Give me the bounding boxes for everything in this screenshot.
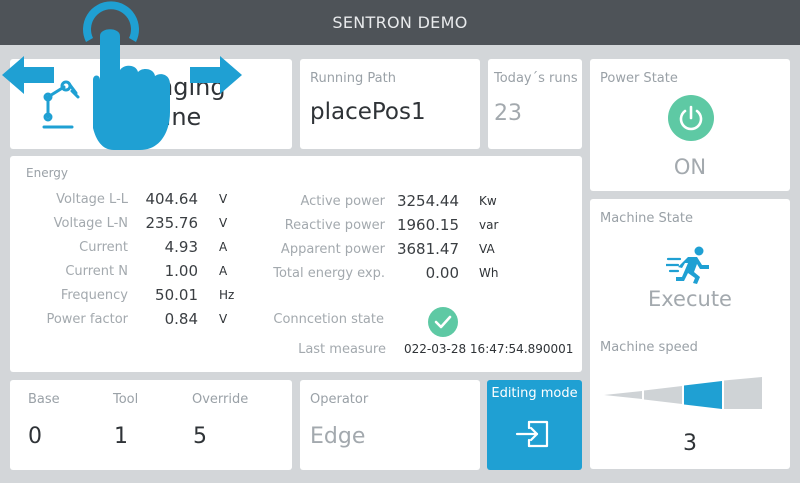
operator-value: Edge [310,424,366,449]
energy-row-value: 1960.15 [396,216,459,234]
energy-row-label: Frequency [60,288,128,303]
connection-label: Conncetion state [273,312,384,327]
connection-row: Conncetion state [270,312,570,332]
power-icon [679,105,703,131]
energy-row-value: 235.76 [145,214,199,232]
operator-label: Operator [310,392,369,407]
tool-label: Tool [113,392,139,407]
energy-row: Voltage L-N 235.76 V [10,214,270,236]
machine-state-card: Machine State Execute Machine speed 3 [590,199,790,469]
editing-mode-button[interactable]: Editing mode [487,380,582,470]
energy-row-unit: A [219,264,228,278]
last-measure-row: Last measure 022-03-28 16:47:54.890001 [270,342,580,362]
energy-row-label: Voltage L-L [56,192,128,207]
machine-speed-bar [604,377,762,409]
base-label: Base [28,392,60,407]
energy-row: Total energy exp. 0.00 Wh [270,264,570,286]
running-path-value: placePos1 [310,99,426,125]
login-icon [515,420,549,448]
energy-row-unit: V [219,312,228,326]
power-button[interactable] [668,95,714,141]
energy-card: Energy Voltage L-L 404.64 V Voltage L-N … [10,156,582,372]
energy-row-value: 3254.44 [396,192,459,210]
energy-row-unit: Kw [479,194,497,208]
power-state-value: ON [673,155,707,179]
energy-row-value: 1.00 [164,262,198,280]
check-circle-icon [428,307,458,337]
energy-row-value: 50.01 [155,286,198,304]
energy-row: Active power 3254.44 Kw [270,192,570,214]
energy-row-label: Reactive power [284,218,385,233]
energy-row: Frequency 50.01 Hz [10,286,270,308]
energy-row: Current 4.93 A [10,238,270,260]
running-path-card: Running Path placePos1 [300,59,480,149]
energy-row-unit: Hz [219,288,235,302]
machine-speed-value: 3 [683,431,697,456]
hand-pointer-icon [2,1,242,150]
today-runs-value: 23 [494,101,522,126]
machine-state-value: Execute [648,287,732,311]
energy-row-label: Total energy exp. [273,266,385,281]
energy-row-value: 0.00 [425,264,459,282]
energy-row-unit: VA [479,242,495,256]
tool-value: 1 [114,424,128,449]
tool-card: Base 0 Tool 1 Override 5 [10,380,292,470]
today-runs-label: Today´s runs [494,71,578,86]
override-label: Override [192,392,249,407]
editing-mode-label: Editing mode [491,386,578,401]
energy-row-unit: A [219,240,228,254]
energy-row-label: Current N [65,264,128,279]
energy-row: Voltage L-L 404.64 V [10,190,270,212]
energy-row-label: Power factor [46,312,128,327]
running-path-label: Running Path [310,71,396,86]
energy-row-label: Active power [300,194,385,209]
energy-row-value: 0.84 [164,310,198,328]
speed-segment-4 [724,377,762,409]
runner-icon [666,246,709,284]
machine-state-label: Machine State [600,211,693,226]
energy-row-label: Voltage L-N [53,216,128,231]
machine-speed-label: Machine speed [600,340,698,355]
override-value: 5 [193,424,207,449]
speed-segment-2 [644,386,682,404]
energy-row-value: 4.93 [164,238,198,256]
last-measure-label: Last measure [298,342,386,357]
energy-row: Apparent power 3681.47 VA [270,240,570,262]
today-runs-card: Today´s runs 23 [488,59,582,149]
operator-card: Operator Edge [300,380,480,470]
energy-row-value: 404.64 [145,190,199,208]
energy-label: Energy [26,166,69,180]
power-state-card: Power State ON [590,59,790,191]
energy-row-label: Apparent power [280,242,385,257]
last-measure-value: 022-03-28 16:47:54.890001 [404,342,574,356]
energy-row-unit: var [479,218,499,232]
base-value: 0 [28,424,42,449]
app-title: SENTRON DEMO [332,13,468,32]
speed-segment-3 [684,381,722,409]
energy-row: Power factor 0.84 V [10,310,270,332]
energy-row-unit: Wh [479,266,499,280]
power-state-label: Power State [600,71,678,86]
energy-row-unit: V [219,216,228,230]
energy-row: Reactive power 1960.15 var [270,216,570,238]
energy-row-value: 3681.47 [396,240,459,258]
speed-segment-1 [604,391,642,399]
energy-row-label: Current [79,240,128,255]
energy-row-unit: V [219,192,228,206]
energy-row: Current N 1.00 A [10,262,270,284]
